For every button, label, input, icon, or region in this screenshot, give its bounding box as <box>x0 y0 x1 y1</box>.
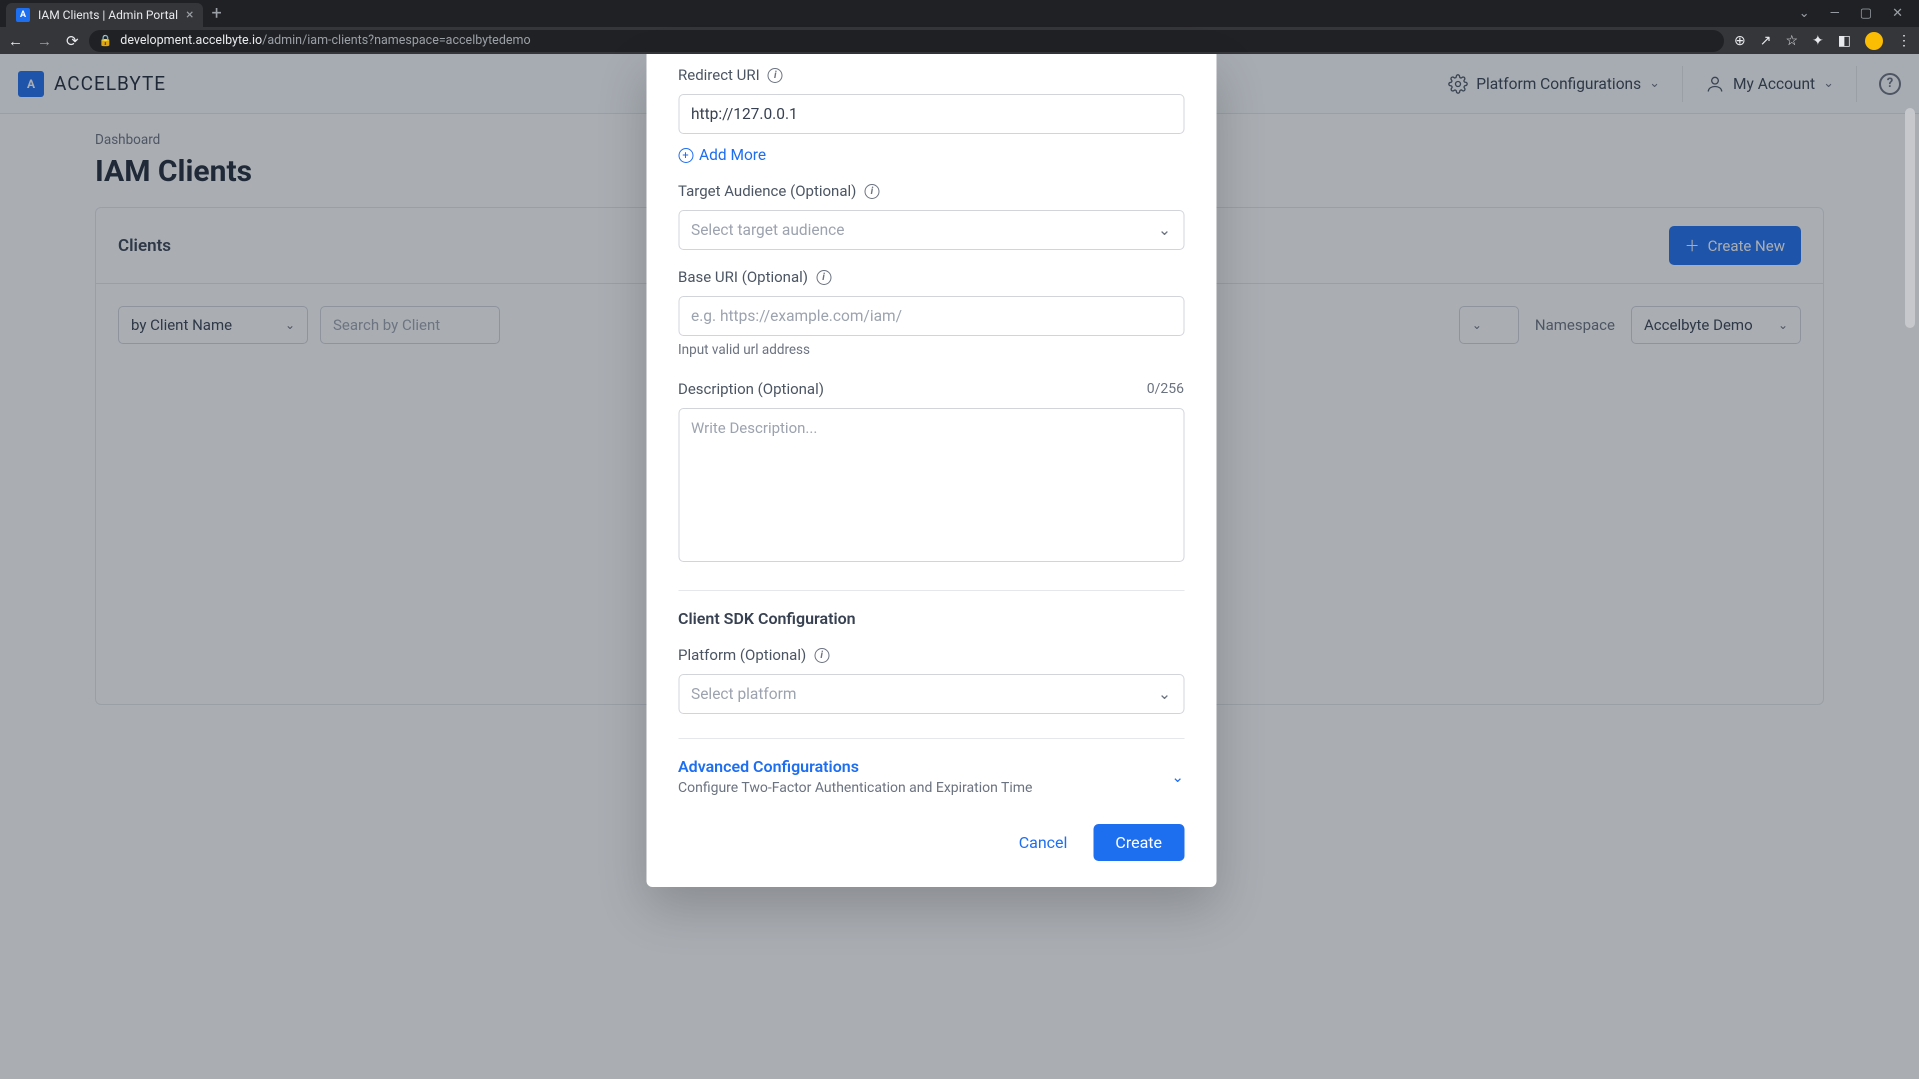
divider <box>678 738 1184 739</box>
extensions-icon[interactable]: ✦ <box>1812 33 1824 49</box>
chevron-down-icon: ⌄ <box>1158 221 1171 239</box>
plus-circle-icon: + <box>678 148 693 163</box>
lock-icon: 🔒 <box>99 34 113 47</box>
advanced-title: Advanced Configurations <box>678 757 1032 776</box>
reload-icon[interactable]: ⟳ <box>66 32 79 50</box>
cancel-button[interactable]: Cancel <box>1019 833 1068 852</box>
advanced-subtitle: Configure Two-Factor Authentication and … <box>678 780 1032 796</box>
window-dropdown-icon[interactable]: ⌄ <box>1799 6 1810 21</box>
close-tab-icon[interactable]: × <box>186 7 193 23</box>
create-button[interactable]: Create <box>1093 824 1184 861</box>
favicon-icon: A <box>16 8 30 22</box>
base-uri-label: Base URI (Optional) <box>678 268 808 286</box>
base-uri-helper: Input valid url address <box>678 342 1184 358</box>
bookmark-icon[interactable]: ☆ <box>1785 33 1798 49</box>
redirect-uri-label: Redirect URI <box>678 66 760 84</box>
target-audience-placeholder: Select target audience <box>691 221 845 239</box>
advanced-config-toggle[interactable]: Advanced Configurations Configure Two-Fa… <box>678 757 1184 796</box>
browser-toolbar: ← → ⟳ 🔒 development.accelbyte.io/admin/i… <box>0 27 1919 54</box>
minimize-icon[interactable]: ― <box>1830 6 1840 21</box>
info-icon[interactable]: i <box>814 648 829 663</box>
zoom-icon[interactable]: ⊕ <box>1734 33 1746 49</box>
sdk-section-title: Client SDK Configuration <box>678 609 1184 628</box>
scrollbar-thumb[interactable] <box>1905 108 1915 328</box>
tab-title: IAM Clients | Admin Portal <box>38 8 178 22</box>
divider <box>678 590 1184 591</box>
description-textarea[interactable] <box>678 408 1184 562</box>
share-icon[interactable]: ↗ <box>1760 33 1772 49</box>
maximize-icon[interactable]: ▢ <box>1860 6 1872 21</box>
info-icon[interactable]: i <box>768 68 783 83</box>
chevron-down-icon: ⌄ <box>1158 685 1171 703</box>
profile-avatar-icon[interactable] <box>1865 32 1883 50</box>
new-tab-button[interactable]: + <box>211 3 221 24</box>
kebab-menu-icon[interactable]: ⋮ <box>1897 33 1911 49</box>
browser-tab-strip: A IAM Clients | Admin Portal × + ⌄ ― ▢ ✕ <box>0 0 1919 27</box>
page-scrollbar[interactable] <box>1903 108 1917 1079</box>
description-counter: 0/256 <box>1147 381 1184 397</box>
url-text: development.accelbyte.io/admin/iam-clien… <box>120 33 530 48</box>
base-uri-input[interactable] <box>678 296 1184 336</box>
info-icon[interactable]: i <box>816 270 831 285</box>
chevron-down-icon: ⌄ <box>1171 768 1184 786</box>
address-bar[interactable]: 🔒 development.accelbyte.io/admin/iam-cli… <box>89 30 1724 52</box>
close-window-icon[interactable]: ✕ <box>1892 6 1903 21</box>
back-icon[interactable]: ← <box>8 32 23 50</box>
info-icon[interactable]: i <box>864 184 879 199</box>
redirect-uri-input[interactable] <box>678 94 1184 134</box>
create-client-modal: Redirect URI i + Add More Target Audienc… <box>646 54 1216 887</box>
description-label: Description (Optional) <box>678 380 824 398</box>
sidepanel-icon[interactable]: ◧ <box>1838 33 1851 49</box>
add-more-button[interactable]: + Add More <box>678 146 1184 164</box>
target-audience-select[interactable]: Select target audience ⌄ <box>678 210 1184 250</box>
target-audience-label: Target Audience (Optional) <box>678 182 856 200</box>
window-controls: ⌄ ― ▢ ✕ <box>1799 6 1913 21</box>
browser-tab[interactable]: A IAM Clients | Admin Portal × <box>6 3 203 28</box>
platform-select[interactable]: Select platform ⌄ <box>678 674 1184 714</box>
forward-icon[interactable]: → <box>37 32 52 50</box>
platform-label: Platform (Optional) <box>678 646 806 664</box>
add-more-label: Add More <box>699 146 766 164</box>
platform-placeholder: Select platform <box>691 685 797 703</box>
